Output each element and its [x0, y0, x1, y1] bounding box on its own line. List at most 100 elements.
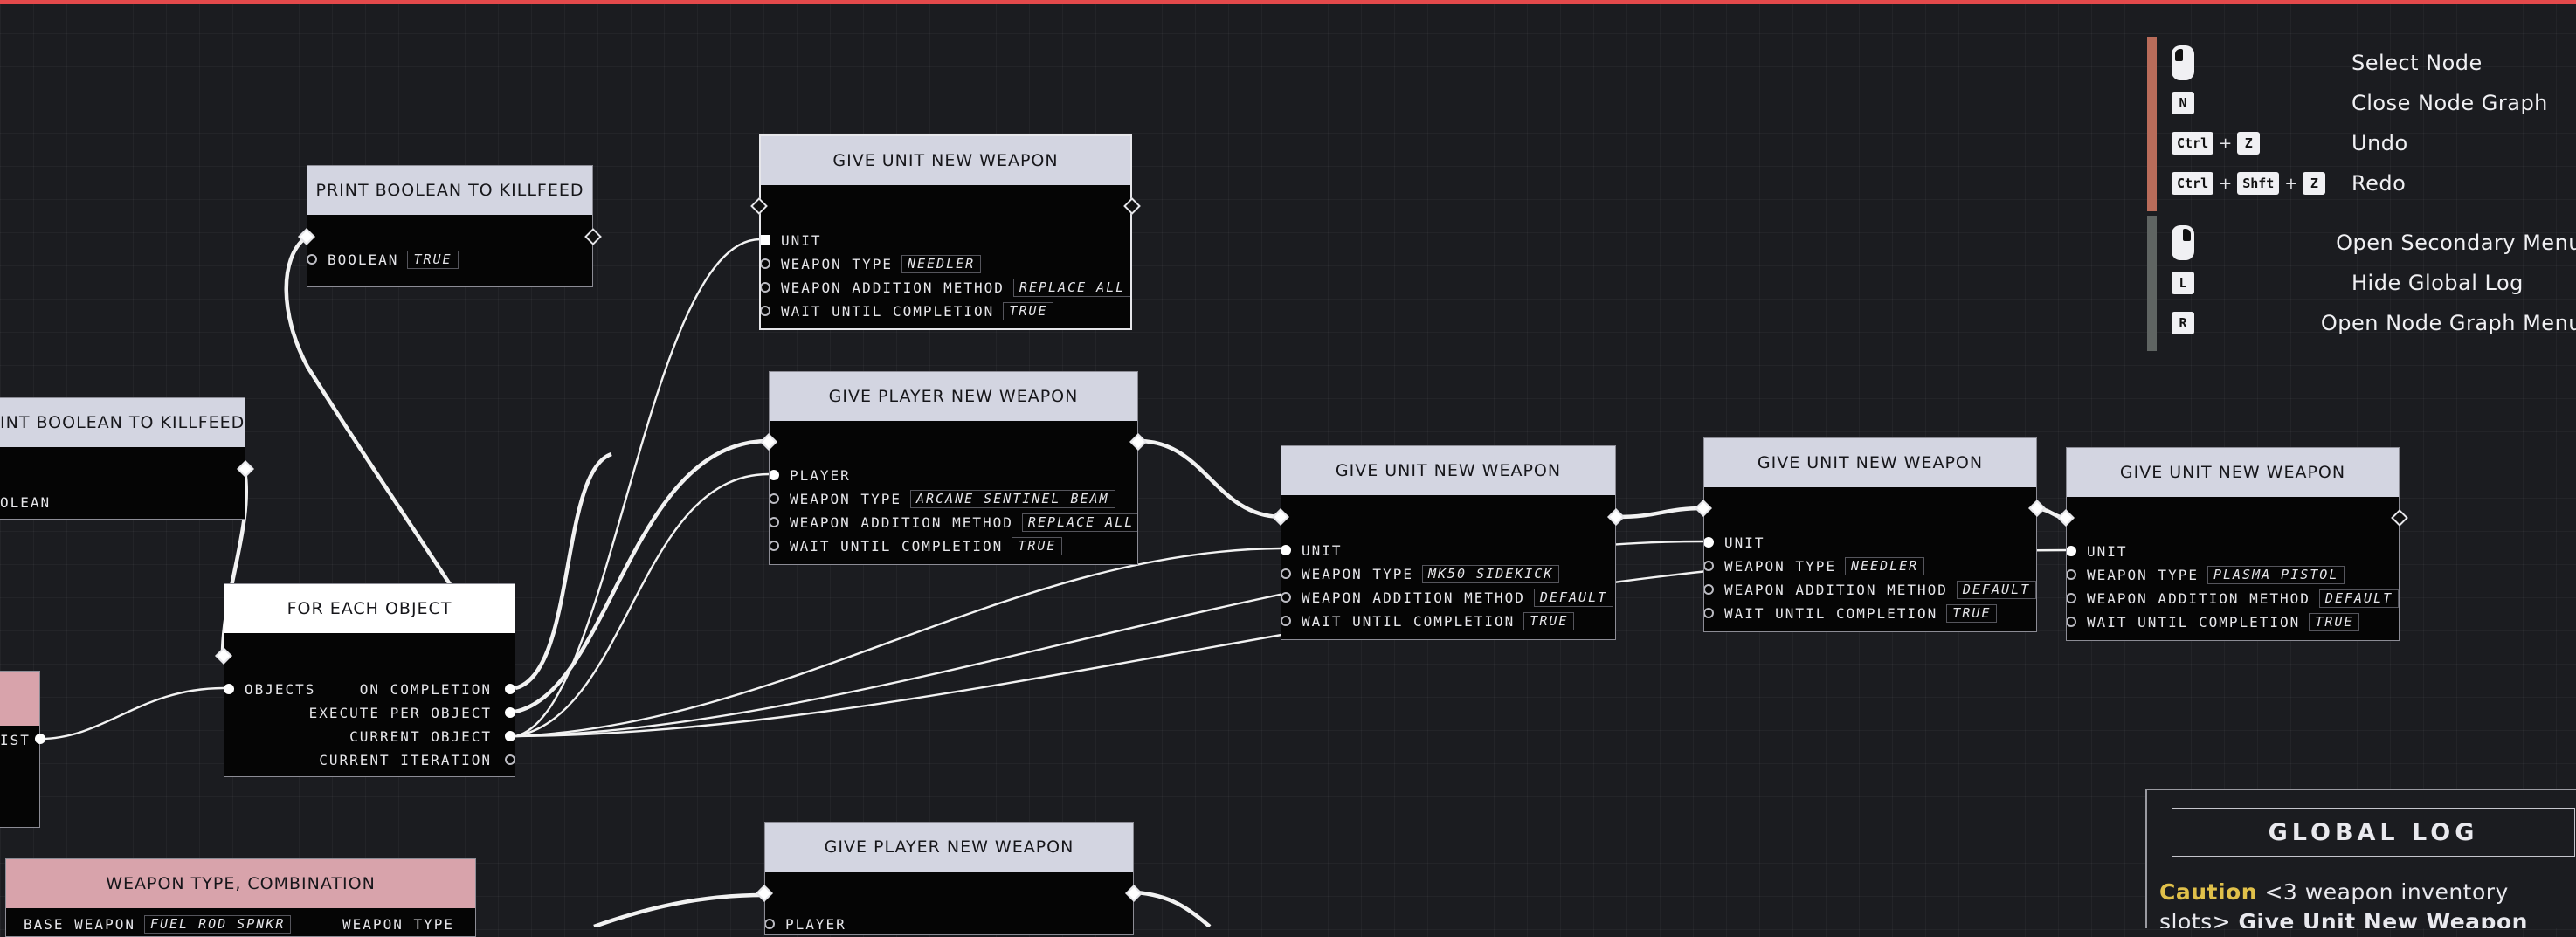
wait-field[interactable]: TRUE: [1012, 536, 1063, 555]
input-pin-boolean[interactable]: [307, 254, 317, 265]
port-weapon-type[interactable]: WEAPON TYPE ARCANE SENTINEL BEAM: [790, 488, 1115, 509]
port-boolean[interactable]: BOOLEAN TRUE: [328, 249, 459, 270]
input-pin-wait[interactable]: [770, 541, 779, 551]
addition-method-field[interactable]: DEFAULT: [1956, 580, 2036, 599]
output-pin-current-iteration[interactable]: [505, 754, 515, 765]
weapon-type-field[interactable]: PLASMA PISTOL: [2207, 565, 2345, 584]
port-addition-method[interactable]: WEAPON ADDITION METHOD DEFAULT: [2087, 588, 2399, 609]
port-weapon-type[interactable]: WEAPON TYPE PLASMA PISTOL: [2087, 564, 2345, 585]
port-boolean[interactable]: OLEAN: [0, 492, 51, 513]
addition-method-field[interactable]: REPLACE ALL: [1012, 278, 1130, 297]
weapon-type-field[interactable]: ARCANE SENTINEL BEAM: [909, 489, 1115, 508]
port-unit[interactable]: UNIT: [1302, 540, 1343, 561]
port-label: WAIT UNTIL COMPLETION: [2087, 613, 2301, 630]
port-wait-until-completion[interactable]: WAIT UNTIL COMPLETION TRUE: [2087, 611, 2360, 632]
port-wait-until-completion[interactable]: WAIT UNTIL COMPLETION TRUE: [790, 535, 1063, 556]
wire-combo-to-player-2[interactable]: [593, 892, 765, 927]
wire-unit-2-to-unit-3[interactable]: [1615, 506, 1704, 520]
input-pin-addition-method[interactable]: [770, 517, 779, 527]
port-wait-until-completion[interactable]: WAIT UNTIL COMPLETION TRUE: [781, 300, 1054, 321]
input-pin-player[interactable]: [765, 919, 775, 929]
input-pin-weapon-type[interactable]: [1704, 561, 1714, 571]
port-current-iteration[interactable]: CURRENT ITERATION: [319, 749, 492, 770]
port-unit[interactable]: UNIT: [781, 230, 822, 251]
input-pin-weapon-type[interactable]: [2067, 569, 2076, 580]
input-pin-objects[interactable]: [224, 684, 234, 694]
node-title: FOR EACH OBJECT: [224, 584, 515, 633]
input-pin-wait[interactable]: [1704, 608, 1714, 618]
wait-field[interactable]: TRUE: [1946, 603, 1998, 623]
weapon-type-field[interactable]: MK50 SIDEKICK: [1421, 564, 1560, 583]
port-execute-per-object[interactable]: EXECUTE PER OBJECT: [309, 702, 492, 723]
wire-player-1-to-unit-2[interactable]: [1137, 438, 1281, 520]
output-pin-current-object[interactable]: [505, 731, 515, 741]
port-base-weapon[interactable]: BASE WEAPON FUEL ROD SPNKR: [24, 913, 292, 934]
input-pin-addition-method[interactable]: [2067, 593, 2076, 603]
key-n: N: [2172, 92, 2194, 114]
input-pin-unit[interactable]: [2067, 546, 2076, 556]
port-weapon-type[interactable]: WEAPON TYPE NEEDLER: [1724, 555, 1925, 576]
port-weapon-type[interactable]: WEAPON TYPE NEEDLER: [781, 253, 982, 274]
input-pin-player[interactable]: [770, 470, 779, 480]
output-pin-execute-per-object[interactable]: [505, 707, 515, 718]
port-on-completion[interactable]: ON COMPLETION: [360, 679, 492, 699]
input-pin-unit[interactable]: [1704, 537, 1714, 548]
node-give-unit-weapon-3[interactable]: GIVE UNIT NEW WEAPON UNIT WEAPON TYPE NEE…: [1703, 437, 2037, 632]
wire-object-to-unit-1[interactable]: [515, 238, 761, 738]
addition-method-field[interactable]: REPLACE ALL: [1021, 513, 1137, 532]
control-label: Select Node: [2352, 51, 2483, 75]
wait-field[interactable]: TRUE: [2309, 612, 2360, 631]
wait-field[interactable]: TRUE: [1523, 611, 1575, 630]
port-unit[interactable]: UNIT: [1724, 532, 1765, 553]
input-pin-addition-method[interactable]: [1281, 592, 1291, 603]
addition-method-field[interactable]: DEFAULT: [2318, 589, 2399, 608]
caution-label: Caution: [2159, 879, 2258, 905]
node-print-boolean-killfeed-partial[interactable]: INT BOOLEAN TO KILLFEED OLEAN: [0, 397, 245, 520]
port-wait-until-completion[interactable]: WAIT UNTIL COMPLETION TRUE: [1724, 603, 1998, 624]
port-objects[interactable]: OBJECTS: [245, 679, 315, 699]
node-give-unit-weapon-1[interactable]: GIVE UNIT NEW WEAPON UNIT WEAPON TYPE NEE…: [759, 134, 1132, 330]
node-give-player-weapon-1[interactable]: GIVE PLAYER NEW WEAPON PLAYER WEAPON TYP…: [769, 371, 1138, 565]
input-pin-addition-method[interactable]: [761, 282, 770, 293]
wire-object-to-unit-2[interactable]: [515, 547, 1281, 738]
boolean-value-field[interactable]: TRUE: [407, 250, 459, 269]
input-pin-weapon-type[interactable]: [770, 493, 779, 504]
base-weapon-field[interactable]: FUEL ROD SPNKR: [143, 914, 292, 934]
wait-field[interactable]: TRUE: [1003, 301, 1054, 320]
input-pin-weapon-type[interactable]: [761, 258, 770, 269]
port-addition-method[interactable]: WEAPON ADDITION METHOD REPLACE ALL: [781, 277, 1130, 298]
weapon-type-field[interactable]: NEEDLER: [1844, 556, 1925, 575]
port-player[interactable]: PLAYER: [790, 465, 851, 486]
port-addition-method[interactable]: WEAPON ADDITION METHOD DEFAULT: [1302, 587, 1614, 608]
node-give-unit-weapon-4[interactable]: GIVE UNIT NEW WEAPON UNIT WEAPON TYPE PLA…: [2066, 447, 2400, 641]
port-weapon-type-out[interactable]: WEAPON TYPE: [342, 913, 454, 934]
wire-player-2-out[interactable]: [1135, 890, 1212, 927]
port-unit[interactable]: UNIT: [2087, 541, 2128, 562]
port-current-object[interactable]: CURRENT OBJECT: [349, 726, 492, 747]
input-pin-wait[interactable]: [1281, 616, 1291, 626]
input-pin-wait[interactable]: [2067, 617, 2076, 627]
input-pin-unit[interactable]: [761, 235, 770, 245]
node-give-unit-weapon-2[interactable]: GIVE UNIT NEW WEAPON UNIT WEAPON TYPE MK5…: [1281, 445, 1616, 640]
port-wait-until-completion[interactable]: WAIT UNTIL COMPLETION TRUE: [1302, 610, 1575, 631]
addition-method-field[interactable]: DEFAULT: [1533, 588, 1614, 607]
port-player[interactable]: PLAYER: [785, 913, 846, 934]
port-addition-method[interactable]: WEAPON ADDITION METHOD REPLACE ALL: [790, 512, 1137, 533]
node-for-each-object[interactable]: FOR EACH OBJECT OBJECTS ON COMPLETION EX…: [224, 583, 515, 777]
input-pin-wait[interactable]: [761, 306, 770, 316]
wire-list-to-objects[interactable]: [39, 686, 224, 741]
node-give-player-weapon-2[interactable]: GIVE PLAYER NEW WEAPON PLAYER: [764, 822, 1134, 935]
node-print-boolean-killfeed[interactable]: PRINT BOOLEAN TO KILLFEED BOOLEAN TRUE: [307, 165, 593, 287]
node-list-stub[interactable]: IST: [0, 671, 40, 828]
wire-oncompletion-to-player-1[interactable]: [515, 451, 612, 691]
input-pin-unit[interactable]: [1281, 545, 1291, 555]
port-addition-method[interactable]: WEAPON ADDITION METHOD DEFAULT: [1724, 579, 2036, 600]
input-pin-weapon-type[interactable]: [1281, 568, 1291, 579]
output-pin-on-completion[interactable]: [505, 684, 515, 694]
port-weapon-type[interactable]: WEAPON TYPE MK50 SIDEKICK: [1302, 563, 1560, 584]
port-list-out[interactable]: IST: [0, 729, 31, 750]
node-weapon-type-combination[interactable]: WEAPON TYPE, COMBINATION BASE WEAPON FUEL…: [5, 858, 476, 937]
output-pin-list[interactable]: [35, 734, 45, 744]
weapon-type-field[interactable]: NEEDLER: [901, 254, 982, 273]
input-pin-addition-method[interactable]: [1704, 584, 1714, 595]
